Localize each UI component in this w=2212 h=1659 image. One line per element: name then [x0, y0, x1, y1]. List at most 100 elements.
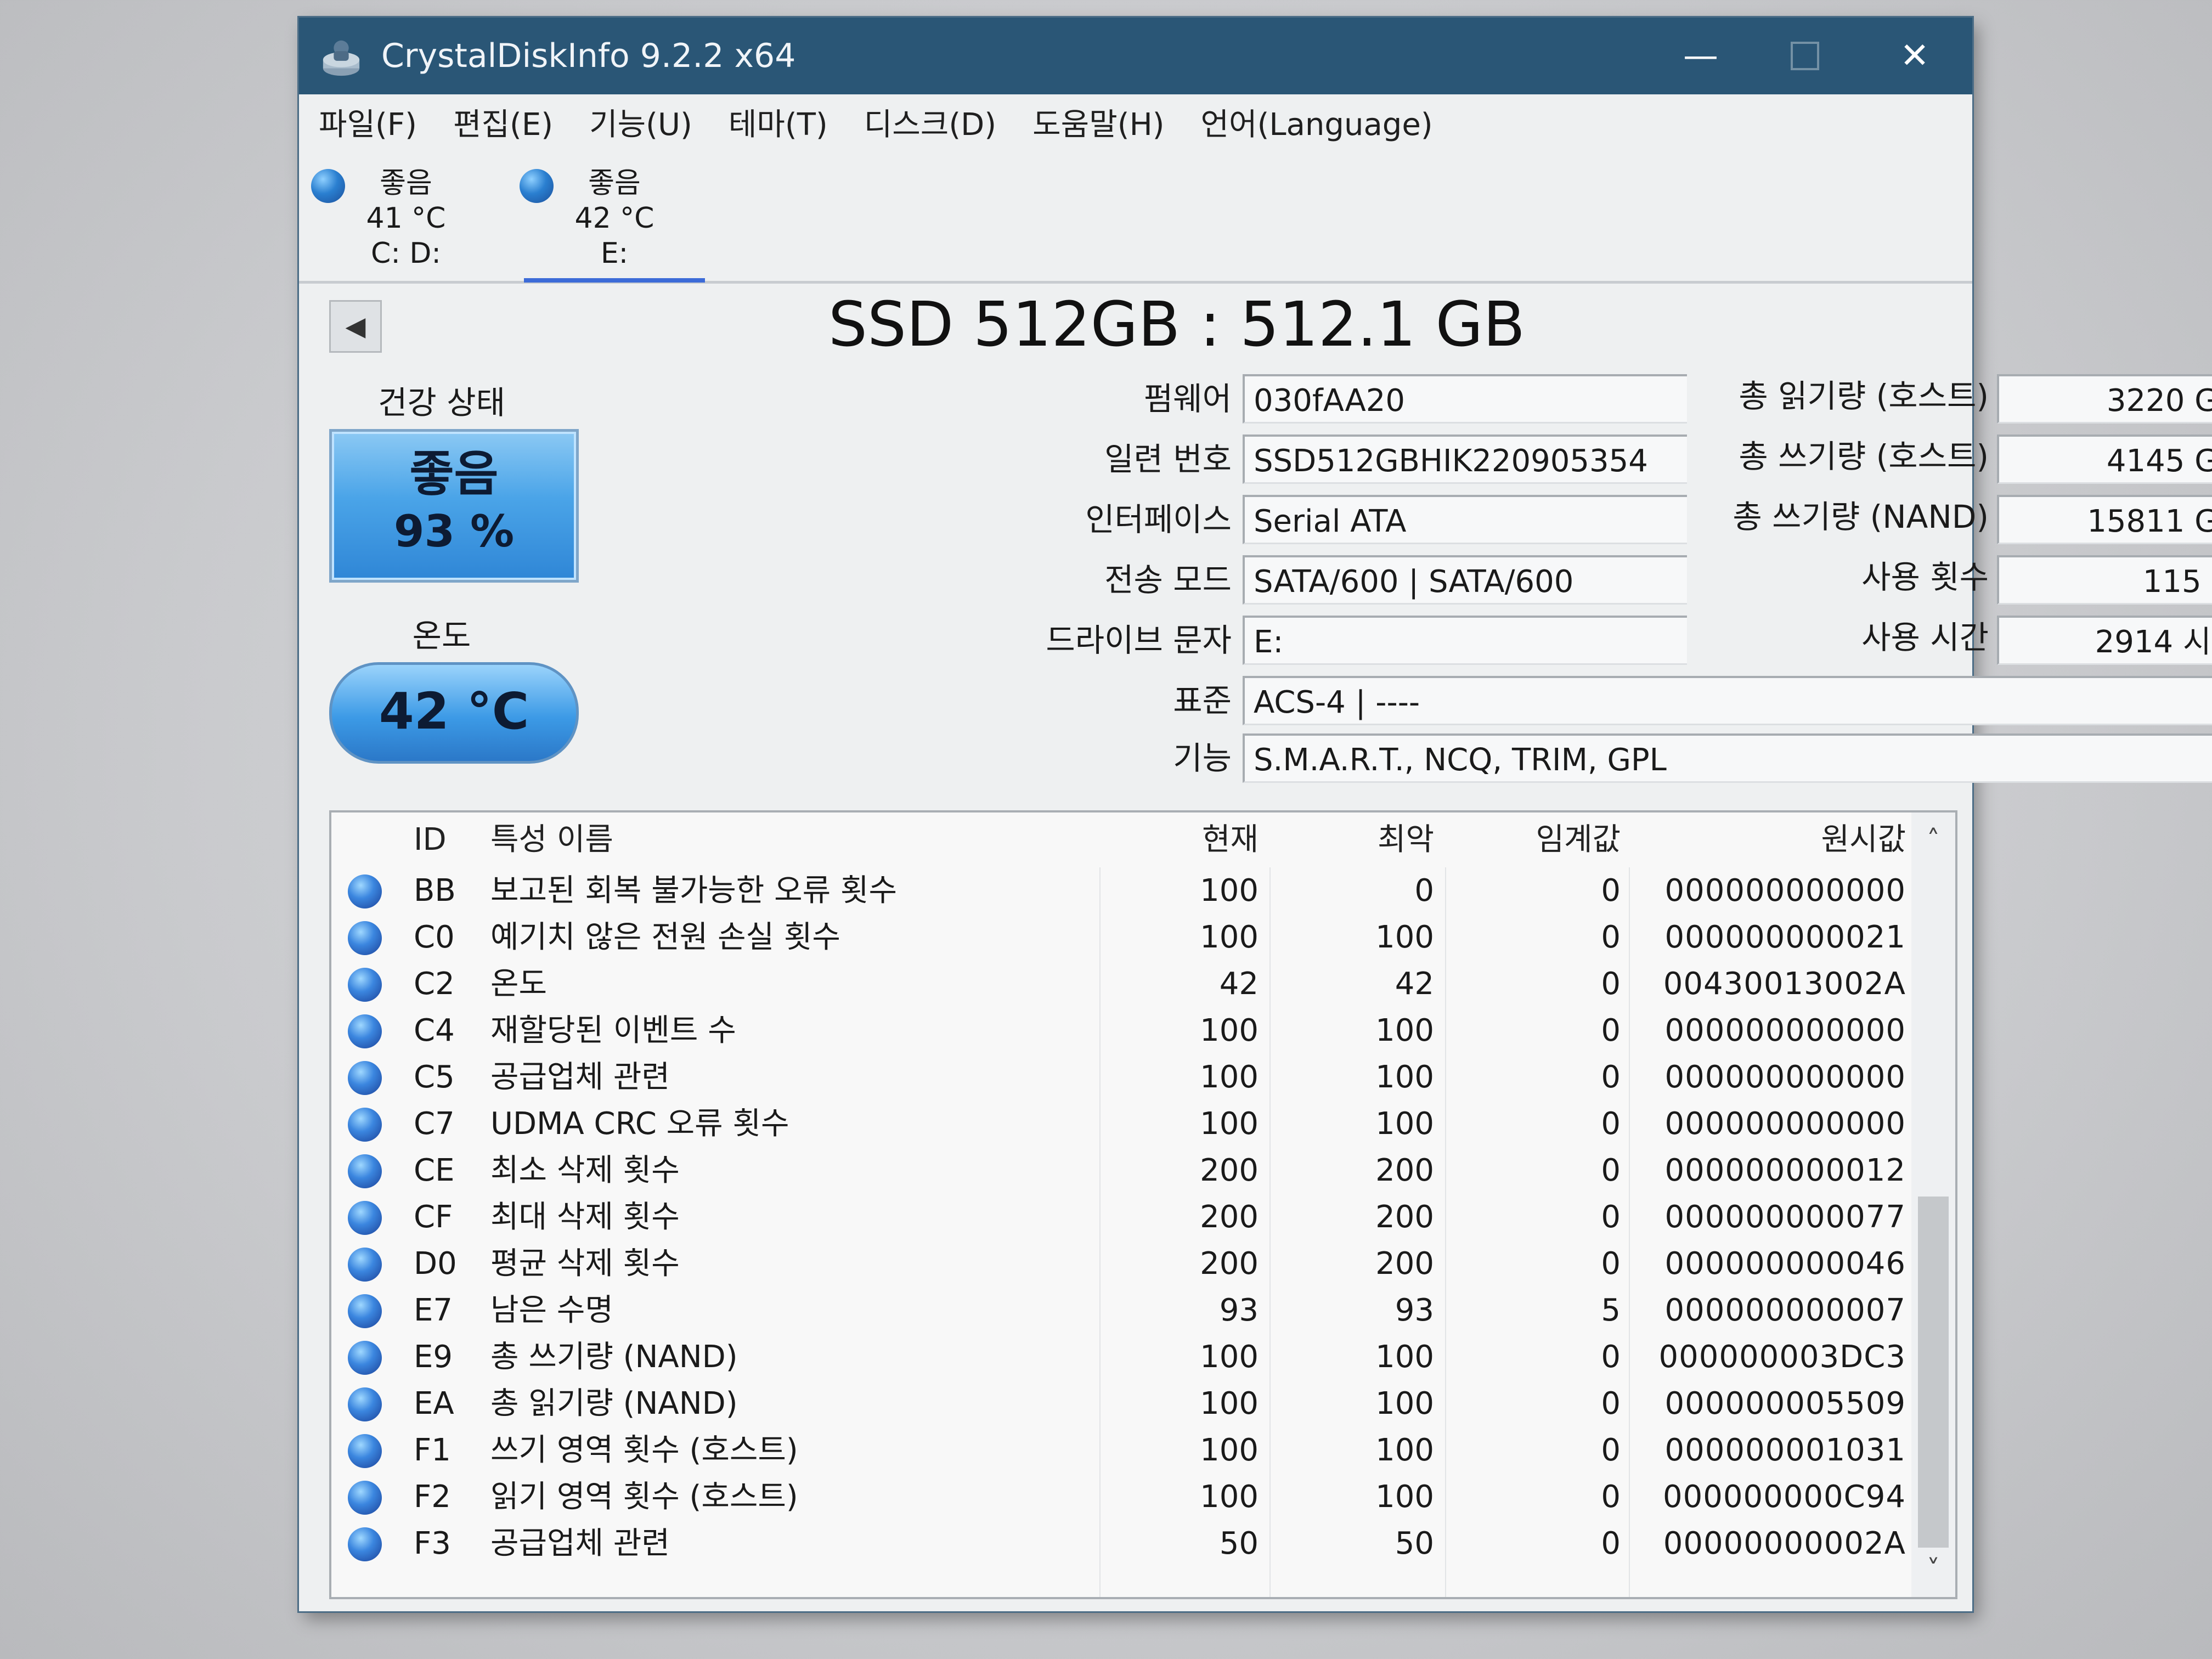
attr-worst: 200 [1375, 1199, 1434, 1235]
attr-threshold: 0 [1601, 1526, 1621, 1561]
interface-value: Serial ATA [1243, 495, 1687, 544]
attr-raw: 000000000000 [1664, 1013, 1906, 1048]
previous-disk-button[interactable]: ◀ [329, 300, 382, 353]
health-status-badge[interactable]: 좋음 93 % [329, 429, 579, 583]
menu-language[interactable]: 언어(Language) [1201, 100, 1433, 144]
col-threshold[interactable]: 임계값 [1462, 812, 1621, 867]
table-row[interactable]: EA 총 읽기량 (NAND) 100 100 0 000000005509 [331, 1380, 1955, 1427]
menu-theme[interactable]: 테마(T) [729, 100, 828, 144]
table-row[interactable]: BB 보고된 회복 불가능한 오류 횟수 100 0 0 000000000000 [331, 867, 1955, 914]
drive-tab-cd[interactable]: 좋음 41 °C C: D: [311, 166, 496, 278]
nand-writes-value: 15811 GB [1997, 495, 2212, 544]
attr-name: 공급업체 관련 [490, 1059, 670, 1095]
attr-worst: 200 [1375, 1246, 1434, 1282]
attr-id: E9 [414, 1339, 453, 1375]
attr-id: F1 [414, 1432, 451, 1468]
col-worst[interactable]: 최악 [1275, 812, 1434, 867]
attr-name: 평균 삭제 횟수 [490, 1246, 680, 1282]
table-row[interactable]: E9 총 쓰기량 (NAND) 100 100 0 000000003DC3 [331, 1334, 1955, 1380]
attr-id: F2 [414, 1479, 451, 1515]
interface-label: 인터페이스 [1085, 501, 1232, 538]
menu-disk[interactable]: 디스크(D) [864, 100, 996, 144]
close-icon: ✕ [1900, 36, 1929, 76]
scroll-thumb[interactable] [1918, 1197, 1949, 1548]
attr-raw: 000000001031 [1664, 1432, 1906, 1468]
table-row[interactable]: F1 쓰기 영역 횟수 (호스트) 100 100 0 000000001031 [331, 1427, 1955, 1474]
attr-id: C0 [414, 919, 455, 955]
title-bar[interactable]: CrystalDiskInfo 9.2.2 x64 — ✕ [299, 18, 1972, 94]
table-row[interactable]: C2 온도 42 42 0 00430013002A [331, 961, 1955, 1007]
status-orb-icon [348, 1014, 382, 1048]
table-row[interactable]: F2 읽기 영역 횟수 (호스트) 100 100 0 000000000C94 [331, 1474, 1955, 1520]
attr-raw: 000000000000 [1664, 873, 1906, 909]
attr-name: 재할당된 이벤트 수 [490, 1013, 736, 1048]
attr-worst: 42 [1395, 966, 1434, 1002]
status-orb-icon [348, 1387, 382, 1421]
col-current[interactable]: 현재 [1116, 812, 1259, 867]
table-row[interactable]: CF 최대 삭제 횟수 200 200 0 000000000077 [331, 1194, 1955, 1240]
drive-tab-e[interactable]: 좋음 42 °C E: [520, 166, 705, 283]
attr-threshold: 5 [1601, 1293, 1621, 1328]
table-row[interactable]: E7 남은 수명 93 93 5 000000000007 [331, 1287, 1955, 1334]
attr-threshold: 0 [1601, 873, 1621, 909]
menu-bar: 파일(F) 편집(E) 기능(U) 테마(T) 디스크(D) 도움말(H) 언어… [299, 94, 1972, 149]
disk-model: SSD 512GB : 512.1 GB [828, 289, 1526, 360]
health-label: 건강 상태 [378, 384, 505, 421]
attr-id: D0 [414, 1246, 457, 1282]
table-row[interactable]: D0 평균 삭제 횟수 200 200 0 000000000046 [331, 1240, 1955, 1287]
attr-id: C7 [414, 1106, 455, 1142]
attr-threshold: 0 [1601, 1199, 1621, 1235]
smart-table-header: ID 특성 이름 현재 최악 임계값 원시값 [331, 812, 1955, 867]
table-row[interactable]: C0 예기치 않은 전원 손실 횟수 100 100 0 000000000021 [331, 914, 1955, 961]
menu-help[interactable]: 도움말(H) [1032, 100, 1164, 144]
table-row[interactable]: C7 UDMA CRC 오류 횟수 100 100 0 000000000000 [331, 1101, 1955, 1147]
table-row[interactable]: CE 최소 삭제 횟수 200 200 0 000000000012 [331, 1147, 1955, 1194]
status-orb-icon [348, 1108, 382, 1142]
table-row[interactable]: F3 공급업체 관련 50 50 0 00000000002A [331, 1520, 1955, 1567]
power-count-value: 115 회 [1997, 555, 2212, 605]
col-raw[interactable]: 원시값 [1637, 812, 1906, 867]
temperature-badge[interactable]: 42 °C [329, 662, 579, 764]
app-window: CrystalDiskInfo 9.2.2 x64 — ✕ 파일(F) 편집(E… [299, 18, 2212, 1611]
menu-file[interactable]: 파일(F) [319, 100, 417, 144]
attr-raw: 000000000000 [1664, 1059, 1906, 1095]
table-row[interactable]: C5 공급업체 관련 100 100 0 000000000000 [331, 1054, 1955, 1101]
attr-current: 100 [1200, 1013, 1259, 1048]
status-orb-icon [348, 1154, 382, 1188]
minimize-button[interactable]: — [1649, 18, 1753, 94]
menu-edit[interactable]: 편집(E) [453, 100, 553, 144]
attr-raw: 000000003DC3 [1658, 1339, 1906, 1375]
attr-worst: 100 [1375, 919, 1434, 955]
attr-id: BB [414, 873, 456, 909]
col-name[interactable]: 특성 이름 [490, 812, 613, 867]
attr-raw: 000000005509 [1664, 1386, 1906, 1421]
table-row[interactable]: C4 재할당된 이벤트 수 100 100 0 000000000000 [331, 1007, 1955, 1054]
attr-current: 200 [1200, 1153, 1259, 1188]
menu-function[interactable]: 기능(U) [589, 100, 692, 144]
drive-tabs: 좋음 41 °C C: D: 좋음 42 °C E: [299, 149, 1972, 284]
scroll-up-icon[interactable]: ˄ [1911, 818, 1955, 862]
maximize-button[interactable] [1753, 18, 1857, 94]
attr-current: 100 [1200, 1386, 1259, 1421]
attr-raw: 000000000046 [1664, 1246, 1906, 1282]
attr-raw: 00430013002A [1663, 966, 1906, 1002]
attr-name: 공급업체 관련 [490, 1526, 670, 1561]
attr-id: EA [414, 1386, 454, 1421]
vertical-scrollbar[interactable]: ˄ ˅ [1911, 812, 1955, 1597]
app-icon [323, 40, 360, 76]
attr-worst: 0 [1414, 873, 1434, 909]
col-id[interactable]: ID [414, 812, 447, 867]
attr-current: 100 [1200, 919, 1259, 955]
attr-name: 보고된 회복 불가능한 오류 횟수 [490, 873, 897, 909]
close-button[interactable]: ✕ [1863, 18, 1967, 94]
status-orb-icon [348, 1061, 382, 1095]
attr-threshold: 0 [1601, 1153, 1621, 1188]
attr-id: C4 [414, 1013, 455, 1048]
scroll-down-icon[interactable]: ˅ [1911, 1548, 1955, 1592]
attr-worst: 100 [1375, 1386, 1434, 1421]
attr-id: CF [414, 1199, 453, 1235]
serial-value: SSD512GBHIK220905354 [1243, 435, 1687, 484]
smart-table[interactable]: ID 특성 이름 현재 최악 임계값 원시값 BB 보고된 회복 불가능한 오류 … [329, 810, 1957, 1599]
attr-name: 온도 [490, 966, 548, 1002]
transfer-mode-value: SATA/600 | SATA/600 [1243, 555, 1687, 605]
